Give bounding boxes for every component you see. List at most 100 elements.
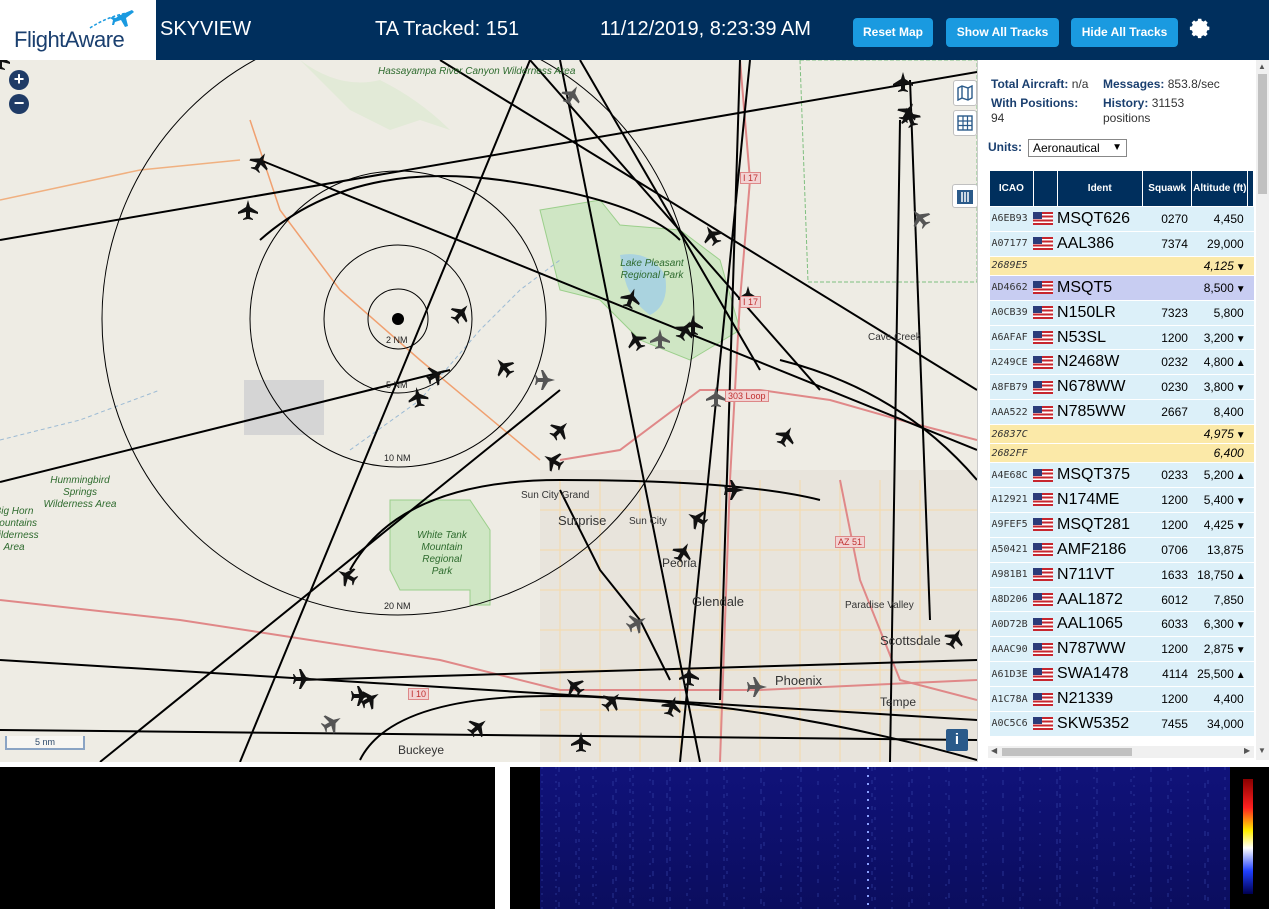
aircraft-icon[interactable] — [546, 416, 574, 444]
aircraft-row[interactable]: 2689E5 4,125 ▼ — [989, 256, 1254, 276]
aircraft-layer[interactable] — [0, 60, 977, 762]
show-all-tracks-button[interactable]: Show All Tracks — [946, 18, 1059, 47]
map-layers-button[interactable] — [953, 80, 977, 106]
aircraft-icon[interactable] — [539, 447, 566, 474]
aircraft-icon[interactable] — [706, 387, 726, 407]
flag-cell — [1033, 512, 1058, 538]
aircraft-icon[interactable] — [772, 422, 799, 449]
aircraft-row[interactable]: A4E68C MSQT375 0233 5,200 ▲ — [989, 462, 1254, 489]
aircraft-icon[interactable] — [747, 677, 767, 697]
aircraft-icon[interactable] — [622, 326, 649, 353]
aircraft-icon[interactable] — [698, 221, 725, 248]
aircraft-icon[interactable] — [406, 385, 429, 408]
extra-cell — [1247, 686, 1254, 713]
park-label-big-horn: Big Horn Mountains Wilderness Area — [0, 506, 39, 553]
flightaware-logo[interactable]: FlightAware — [0, 0, 156, 60]
aircraft-row[interactable]: AAAC90 N787WW 1200 2,875 ▼ — [989, 636, 1254, 663]
us-flag-icon — [1033, 281, 1054, 295]
place-paradise-valley: Paradise Valley — [845, 600, 914, 611]
aircraft-row[interactable]: A6EB93 MSQT626 0270 4,450 — [989, 206, 1254, 232]
aircraft-icon[interactable] — [246, 148, 273, 175]
waterfall-canvas — [540, 767, 1253, 909]
aircraft-icon[interactable] — [333, 562, 360, 589]
aircraft-icon[interactable] — [535, 370, 555, 390]
column-header-altitude[interactable]: Altitude (ft) — [1191, 170, 1249, 207]
column-toggle-button[interactable] — [952, 184, 977, 208]
aircraft-row[interactable]: A249CE N2468W 0232 4,800 ▲ — [989, 349, 1254, 376]
aircraft-icon[interactable] — [238, 200, 258, 220]
aircraft-row[interactable]: A61D3E SWA1478 4114 25,500 ▲ — [989, 661, 1254, 688]
us-flag-icon — [1033, 617, 1054, 631]
scroll-right-arrow-icon[interactable]: ▶ — [1244, 746, 1250, 755]
extra-cell — [1247, 462, 1254, 489]
aircraft-icon[interactable] — [598, 687, 626, 715]
column-header-icao[interactable]: ICAO — [989, 170, 1034, 207]
squawk-cell: 1200 — [1142, 325, 1192, 351]
aircraft-icon[interactable] — [293, 669, 313, 689]
aircraft-icon[interactable] — [571, 732, 591, 752]
place-phoenix: Phoenix — [775, 673, 822, 688]
reset-map-button[interactable]: Reset Map — [853, 18, 933, 47]
zoom-out-button[interactable]: − — [9, 94, 29, 114]
aircraft-row[interactable]: A8FB79 N678WW 0230 3,800 ▼ — [989, 374, 1254, 401]
aircraft-icon[interactable] — [659, 693, 685, 719]
aircraft-icon[interactable] — [724, 480, 744, 500]
column-header-squawk[interactable]: Squawk — [1141, 170, 1193, 207]
altitude-cell: 4,800 ▲ — [1191, 349, 1248, 376]
squawk-cell: 1200 — [1142, 487, 1192, 513]
scroll-up-arrow-icon[interactable]: ▲ — [1258, 62, 1266, 71]
aircraft-icon[interactable] — [679, 666, 699, 686]
aircraft-row[interactable]: 2682FF 6,400 — [989, 443, 1254, 464]
horizontal-scroll-thumb[interactable] — [1002, 748, 1132, 756]
aircraft-icon[interactable] — [422, 361, 449, 388]
aircraft-row[interactable]: A6AFAF N53SL 1200 3,200 ▼ — [989, 325, 1254, 351]
aircraft-row[interactable]: A0C5C6 SKW5352 7455 34,000 — [989, 711, 1254, 737]
aircraft-icon[interactable] — [558, 81, 585, 108]
icao-cell: A981B1 — [989, 562, 1034, 588]
grid-toggle-button[interactable] — [953, 110, 977, 136]
vertical-scroll-thumb[interactable] — [1258, 74, 1267, 194]
aircraft-icon[interactable] — [318, 709, 345, 736]
total-aircraft-value: n/a — [1071, 77, 1089, 91]
aircraft-icon[interactable] — [464, 713, 492, 741]
aircraft-row[interactable]: A8D206 AAL1872 6012 7,850 — [989, 587, 1254, 613]
aircraft-row[interactable]: A0CB39 N150LR 7323 5,800 — [989, 300, 1254, 326]
sidebar-horizontal-scrollbar[interactable]: ◀ ▶ — [988, 746, 1254, 758]
icao-cell: 26837C — [989, 424, 1034, 445]
info-button[interactable]: i — [946, 729, 968, 751]
aircraft-row[interactable]: AD4662 MSQT5 8,500 ▼ — [989, 275, 1254, 301]
ident-cell — [1057, 256, 1143, 276]
aircraft-icon[interactable] — [490, 353, 518, 381]
aircraft-row[interactable]: A981B1 N711VT 1633 18,750 ▲ — [989, 562, 1254, 588]
hide-all-tracks-button[interactable]: Hide All Tracks — [1071, 18, 1178, 47]
column-header-flag[interactable] — [1032, 170, 1058, 207]
sidebar-vertical-scrollbar[interactable]: ▲ ▼ — [1256, 60, 1269, 760]
ident-cell: N150LR — [1057, 300, 1143, 326]
aircraft-icon[interactable] — [560, 672, 588, 700]
extra-cell — [1247, 587, 1254, 613]
aircraft-icon[interactable] — [447, 299, 475, 327]
aircraft-row[interactable]: A1C78A N21339 1200 4,400 — [989, 686, 1254, 713]
column-header-ident[interactable]: Ident — [1056, 170, 1143, 207]
map-view[interactable]: Hassayampa River Canyon Wilderness Area … — [0, 60, 977, 762]
aircraft-row[interactable]: A12921 N174ME 1200 5,400 ▼ — [989, 487, 1254, 513]
scroll-down-arrow-icon[interactable]: ▼ — [1258, 746, 1266, 755]
units-select[interactable]: Aeronautical ▼ — [1028, 139, 1127, 157]
zoom-in-button[interactable]: + — [9, 70, 29, 90]
aircraft-row[interactable]: AAA522 N785WW 2667 8,400 — [989, 399, 1254, 426]
aircraft-row[interactable]: A9FEF5 MSQT281 1200 4,425 ▼ — [989, 512, 1254, 538]
ident-cell: AAL386 — [1057, 231, 1143, 257]
gear-icon[interactable] — [1188, 16, 1212, 40]
aircraft-icon[interactable] — [683, 505, 710, 532]
aircraft-row[interactable]: A07177 AAL386 7374 29,000 — [989, 231, 1254, 257]
aircraft-icon[interactable] — [650, 329, 670, 349]
aircraft-row[interactable]: 26837C 4,975 ▼ — [989, 424, 1254, 445]
aircraft-icon[interactable] — [893, 72, 913, 92]
aircraft-icon[interactable] — [618, 285, 644, 311]
aircraft-row[interactable]: A50421 AMF2186 0706 13,875 — [989, 537, 1254, 563]
aircraft-icon[interactable] — [906, 204, 934, 232]
scroll-left-arrow-icon[interactable]: ◀ — [991, 746, 997, 755]
aircraft-icon[interactable] — [623, 609, 650, 636]
aircraft-row[interactable]: A0D72B AAL1065 6033 6,300 ▼ — [989, 611, 1254, 638]
aircraft-icon[interactable] — [941, 624, 968, 651]
